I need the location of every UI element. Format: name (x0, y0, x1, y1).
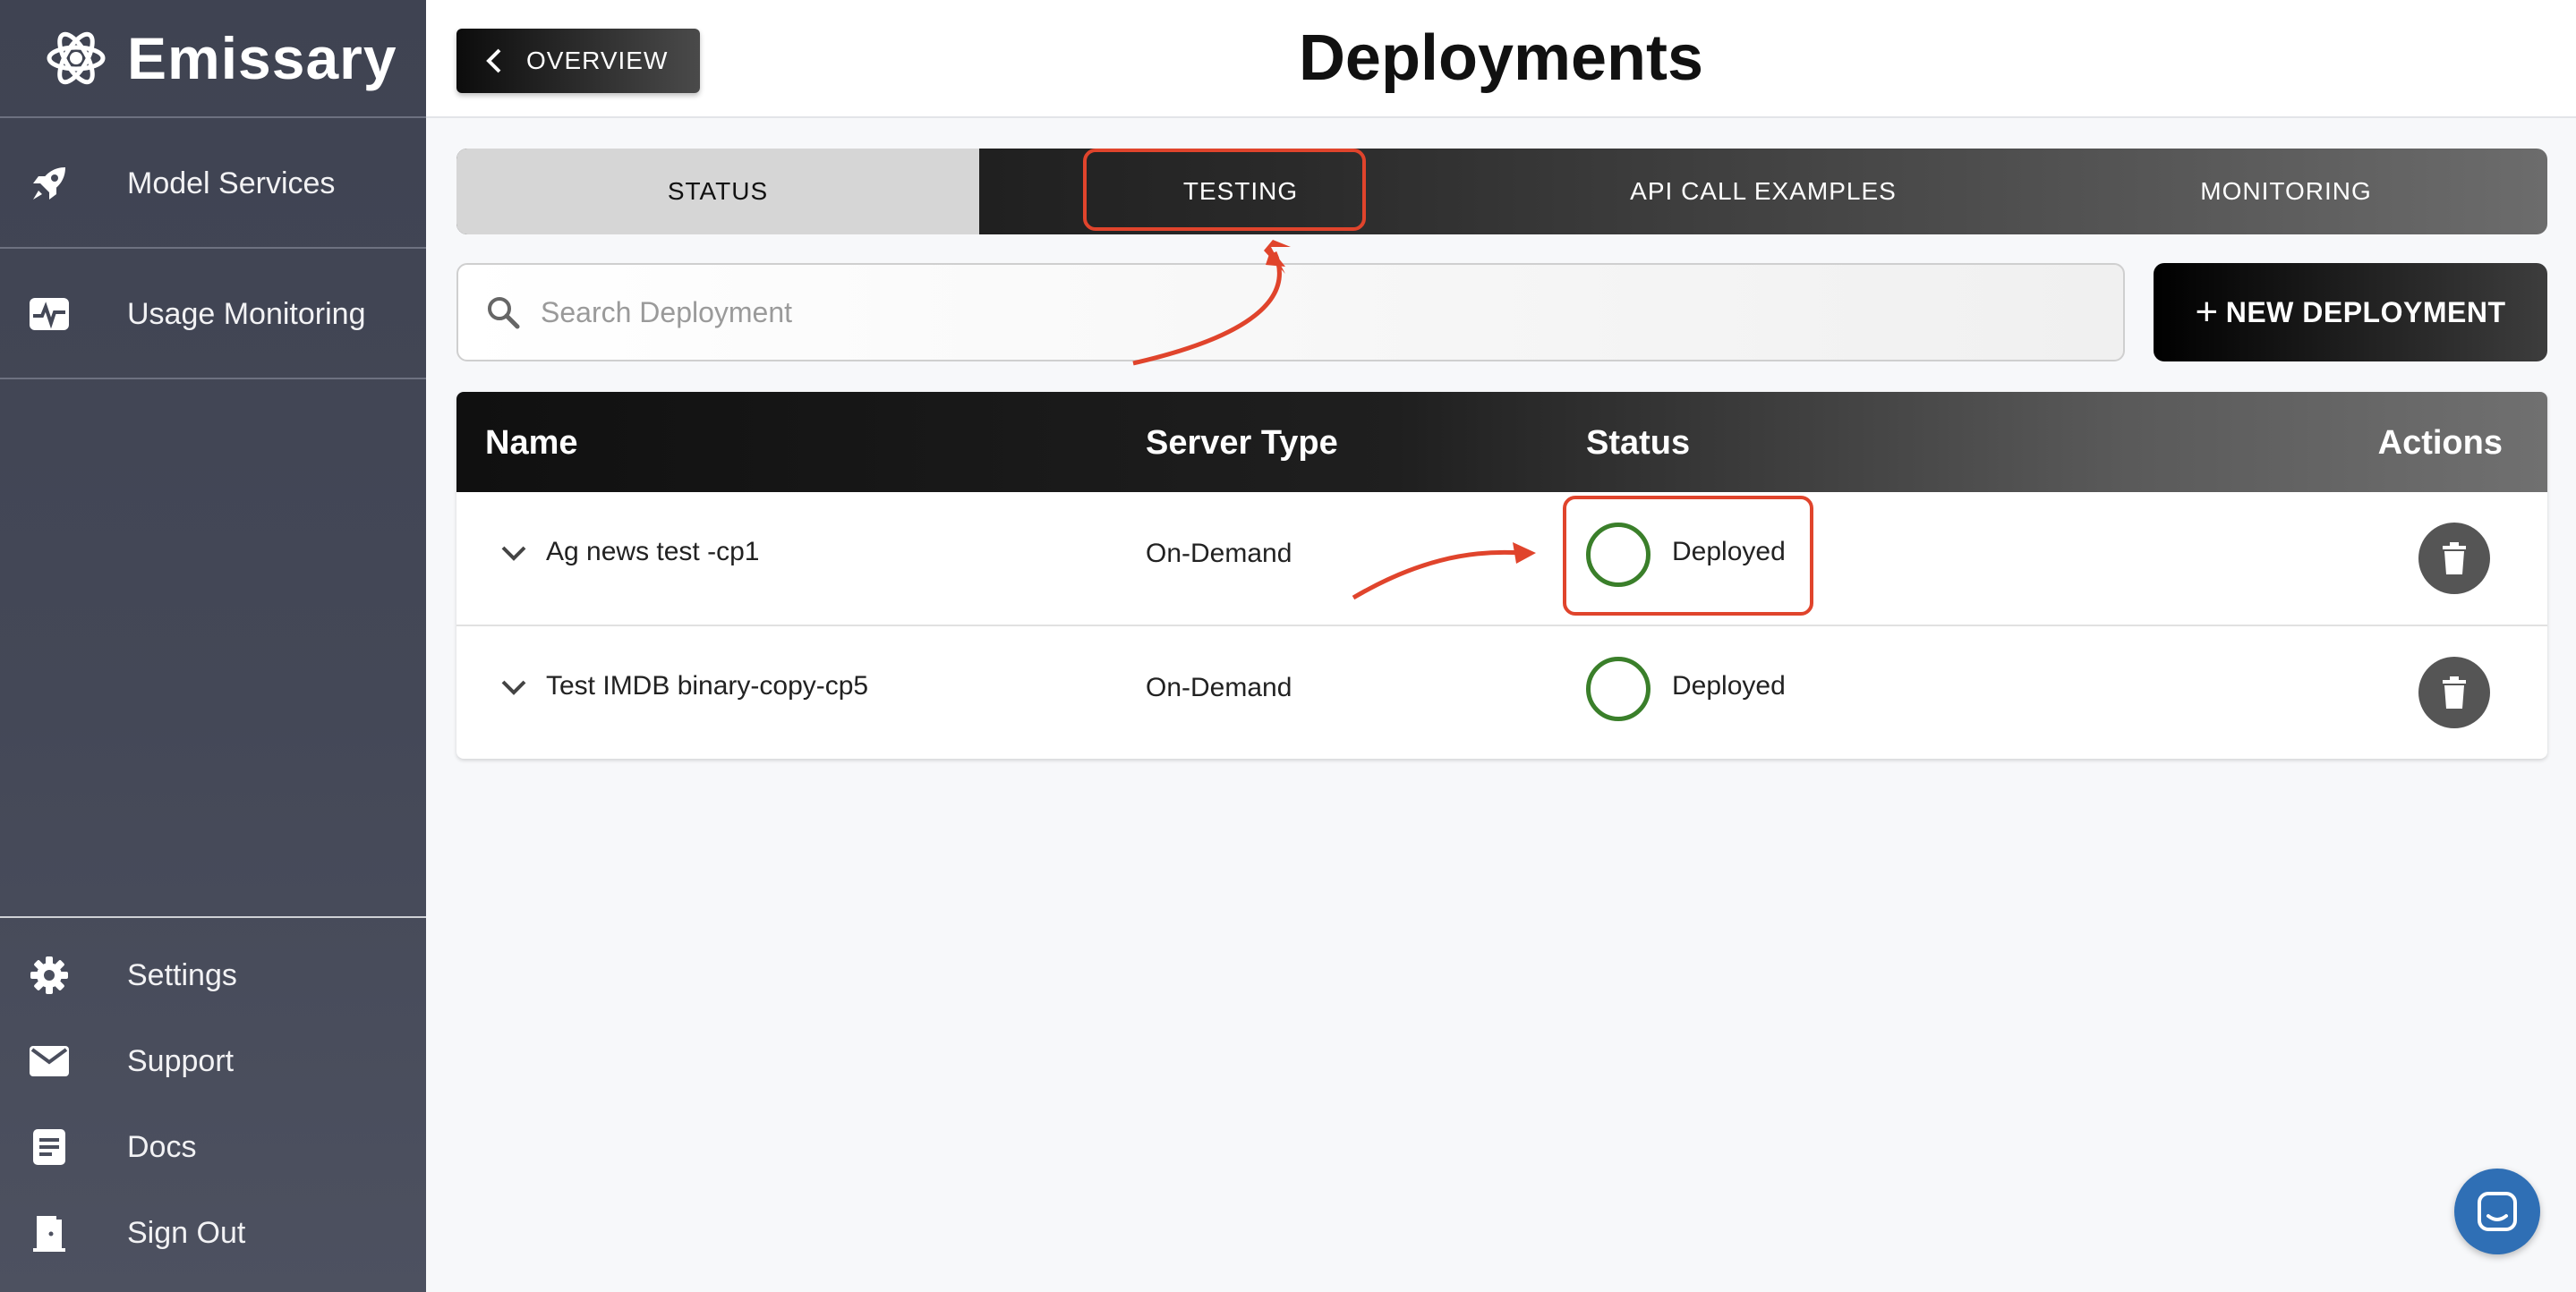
sidebar-item-label: Support (127, 1043, 235, 1078)
sidebar: Emissary Model Services Usage Monitoring (0, 0, 426, 1292)
sidebar-divider (0, 916, 426, 918)
chevron-down-icon[interactable] (499, 676, 528, 698)
sidebar-item-settings[interactable]: Settings (0, 932, 426, 1018)
trash-icon (2443, 676, 2466, 709)
server-type: On-Demand (1146, 539, 1292, 568)
deployment-name: Test IMDB binary-copy-cp5 (546, 671, 869, 701)
table-header: Name Server Type Status Actions (456, 392, 2547, 492)
column-header-name[interactable]: Name (485, 424, 578, 463)
tab-api-call-examples[interactable]: API CALL EXAMPLES (1502, 149, 2025, 234)
new-deployment-label: NEW DEPLOYMENT (2225, 295, 2506, 328)
server-type: On-Demand (1146, 673, 1292, 702)
search-box (456, 263, 2125, 361)
column-header-status[interactable]: Status (1586, 424, 1690, 463)
search-input[interactable] (539, 294, 2064, 330)
brand-name: Emissary (127, 25, 397, 91)
tab-status[interactable]: STATUS (456, 149, 979, 234)
brand[interactable]: Emissary (0, 0, 426, 118)
pulse-icon (27, 292, 72, 336)
delete-button[interactable] (2418, 523, 2490, 594)
status-indicator (1586, 657, 1651, 721)
status-text: Deployed (1672, 671, 1786, 701)
sidebar-item-label: Settings (127, 957, 237, 992)
plus-icon: + (2195, 290, 2219, 334)
sidebar-item-label: Usage Monitoring (127, 296, 366, 331)
sidebar-item-sign-out[interactable]: Sign Out (0, 1190, 426, 1276)
table-row[interactable]: Test IMDB binary-copy-cp5 On-Demand Depl… (456, 626, 2547, 759)
search-icon (488, 297, 520, 329)
delete-button[interactable] (2418, 657, 2490, 728)
sidebar-item-docs[interactable]: Docs (0, 1104, 426, 1190)
deployments-table: Name Server Type Status Actions Ag news … (456, 392, 2547, 759)
sidebar-item-model-services[interactable]: Model Services (0, 120, 426, 249)
tab-monitoring[interactable]: MONITORING (2025, 149, 2547, 234)
new-deployment-button[interactable]: + NEW DEPLOYMENT (2154, 263, 2547, 361)
column-header-actions: Actions (2377, 424, 2503, 462)
gear-icon (27, 953, 72, 998)
sidebar-item-label: Docs (127, 1129, 197, 1164)
sidebar-item-support[interactable]: Support (0, 1018, 426, 1104)
mail-icon (27, 1039, 72, 1084)
status-highlight (1563, 496, 1813, 616)
emissary-logo-icon (47, 31, 106, 85)
sidebar-item-label: Sign Out (127, 1215, 246, 1250)
rocket-icon (27, 161, 72, 206)
table-row[interactable]: Ag news test -cp1 On-Demand Deployed (456, 492, 2547, 626)
column-header-server-type[interactable]: Server Type (1146, 424, 1338, 463)
deployment-name: Ag news test -cp1 (546, 537, 760, 566)
sidebar-item-usage-monitoring[interactable]: Usage Monitoring (0, 251, 426, 379)
chevron-down-icon[interactable] (499, 542, 528, 564)
document-icon (27, 1125, 72, 1169)
tab-bar: STATUS TESTING API CALL EXAMPLES MONITOR… (456, 149, 2547, 234)
chat-icon (2478, 1192, 2517, 1231)
chat-launcher-button[interactable] (2454, 1169, 2540, 1254)
trash-icon (2443, 542, 2466, 574)
testing-tab-highlight (1083, 149, 1366, 231)
door-icon (27, 1211, 72, 1255)
page-title: Deployments (1298, 22, 1704, 94)
header: OVERVIEW Deployments (426, 0, 2576, 118)
sidebar-item-label: Model Services (127, 166, 336, 200)
